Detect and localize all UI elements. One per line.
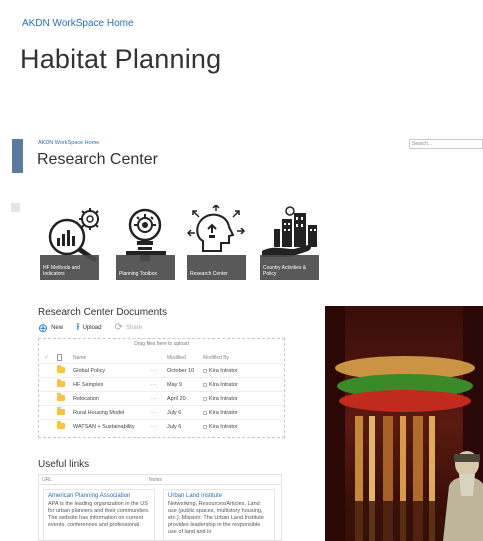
- table-row[interactable]: Rural Housing Model ... July 6 Kira Intr…: [39, 405, 284, 419]
- documents-header-row: ✓ Name Modified Modified By: [39, 351, 284, 362]
- column-header-modified[interactable]: Modified: [167, 355, 186, 361]
- folder-icon: [57, 421, 65, 431]
- tile-label: Country Activities & Policy: [260, 255, 319, 280]
- folder-name[interactable]: HF Samples: [73, 382, 103, 388]
- folder-icon: [57, 365, 65, 375]
- site-title: Habitat Planning: [20, 44, 222, 74]
- tile-planning-toolbox[interactable]: Planning Toolbox: [116, 205, 175, 280]
- presence-icon: [203, 424, 207, 429]
- more-options-button[interactable]: ...: [151, 409, 157, 415]
- nav-toggle[interactable]: [11, 203, 20, 212]
- sync-icon: ⟳: [114, 322, 123, 333]
- select-all-check-icon[interactable]: ✓: [44, 354, 49, 361]
- subsite-breadcrumb[interactable]: AKDN WorkSpace Home: [38, 140, 99, 146]
- more-options-button[interactable]: ...: [151, 381, 157, 387]
- modified-date: May 9: [167, 382, 182, 388]
- new-label: New: [51, 325, 64, 331]
- more-options-button[interactable]: ...: [151, 423, 157, 429]
- list-item: American Planning Association APA is the…: [43, 489, 155, 540]
- folder-name[interactable]: WATSAN + Sustainability: [73, 424, 135, 430]
- page-title: Research Center: [37, 151, 158, 168]
- column-header-notes[interactable]: Notes: [149, 477, 162, 483]
- modified-date: April 20: [167, 396, 186, 402]
- upload-icon: ⭱: [76, 322, 80, 333]
- modified-by: Kira Intrator: [203, 410, 238, 416]
- modified-by-name[interactable]: Kira Intrator: [209, 368, 238, 374]
- tile-label: Research Center: [187, 255, 246, 280]
- table-row[interactable]: Global Policy ... October 10 Kira Intrat…: [39, 363, 284, 377]
- new-button[interactable]: ⊕ New: [38, 321, 64, 335]
- folder-name[interactable]: Relocation: [73, 396, 99, 402]
- modified-by: Kira Intrator: [203, 382, 238, 388]
- links-header-row: URL Notes: [39, 475, 281, 485]
- tile-label: HF Methods and Indicators: [40, 255, 99, 280]
- link-title[interactable]: American Planning Association: [48, 493, 150, 499]
- tile-research-center[interactable]: Research Center: [187, 205, 246, 280]
- modified-by-name[interactable]: Kira Intrator: [209, 396, 238, 402]
- column-header-modified-by[interactable]: Modified By: [203, 355, 229, 361]
- subsite-accent-bar: [12, 139, 23, 173]
- more-options-button[interactable]: ...: [151, 395, 157, 401]
- table-row[interactable]: HF Samples ... May 9 Kira Intrator: [39, 377, 284, 391]
- table-row[interactable]: Relocation ... April 20 Kira Intrator: [39, 391, 284, 405]
- modified-by-name[interactable]: Kira Intrator: [209, 410, 238, 416]
- share-button[interactable]: ⟳ Share: [115, 323, 142, 333]
- folder-icon: [57, 393, 65, 403]
- column-header-url[interactable]: URL: [42, 477, 52, 483]
- modified-by: Kira Intrator: [203, 368, 238, 374]
- link-title[interactable]: Urban Land Institute: [168, 493, 270, 499]
- table-row[interactable]: WATSAN + Sustainability ... July 6 Kira …: [39, 419, 284, 433]
- drop-hint: Drag files here to upload: [134, 341, 189, 347]
- tile-hf-methods[interactable]: HF Methods and Indicators: [40, 205, 99, 280]
- documents-toolbar: ⊕ New ⭱ Upload ⟳ Share: [38, 322, 155, 334]
- site-breadcrumb[interactable]: AKDN WorkSpace Home: [22, 18, 134, 29]
- column-header-name[interactable]: Name: [73, 355, 86, 361]
- useful-links-title[interactable]: Useful links: [38, 459, 89, 470]
- modified-by: Kira Intrator: [203, 424, 238, 430]
- plus-circle-icon: ⊕: [38, 321, 49, 335]
- folder-icon: [57, 379, 65, 389]
- link-description: APA is the leading organization in the U…: [48, 501, 150, 528]
- lightbulb-gear-icon: [126, 208, 166, 261]
- search-input[interactable]: Search...: [409, 139, 483, 149]
- modified-date: July 6: [167, 410, 182, 416]
- upload-button[interactable]: ⭱ Upload: [76, 323, 102, 333]
- modified-date: October 10: [167, 368, 195, 374]
- presence-icon: [203, 410, 207, 415]
- conference-photo: [325, 306, 483, 541]
- modified-by-name[interactable]: Kira Intrator: [209, 382, 238, 388]
- presence-icon: [203, 396, 207, 401]
- presence-icon: [203, 382, 207, 387]
- modified-date: July 6: [167, 424, 182, 430]
- folder-name[interactable]: Global Policy: [73, 368, 105, 374]
- presence-icon: [203, 368, 207, 373]
- upload-label: Upload: [82, 325, 102, 331]
- head-arrows-icon: [187, 205, 246, 252]
- folder-icon: [57, 407, 65, 417]
- list-item: Urban Land Institute Networking, Resourc…: [163, 489, 275, 540]
- file-type-icon: [57, 354, 62, 363]
- link-description: Networking, Resources/Articles, Land use…: [168, 501, 264, 535]
- more-options-button[interactable]: ...: [151, 367, 157, 373]
- chart-gear-icon: [48, 208, 99, 261]
- share-label: Share: [125, 325, 142, 331]
- modified-by: Kira Intrator: [203, 396, 238, 402]
- tile-country-activities[interactable]: Country Activities & Policy: [260, 205, 319, 280]
- useful-links-list: URL Notes American Planning Association …: [38, 474, 282, 541]
- modified-by-name[interactable]: Kira Intrator: [209, 424, 238, 430]
- city-hand-icon: [262, 206, 317, 257]
- folder-name[interactable]: Rural Housing Model: [73, 410, 124, 416]
- documents-title[interactable]: Research Center Documents: [38, 307, 167, 318]
- tile-label: Planning Toolbox: [116, 255, 175, 280]
- document-library: Drag files here to upload ✓ Name Modifie…: [38, 338, 285, 438]
